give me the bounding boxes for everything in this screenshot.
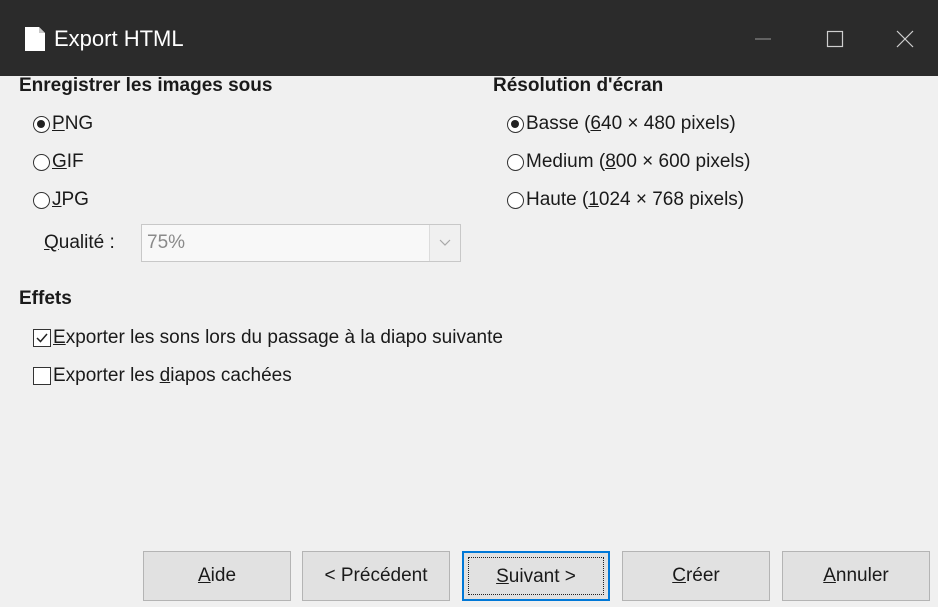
maximize-icon [826,30,844,48]
radio-resolution-high-label: Haute (1024 × 768 pixels) [526,189,745,210]
minimize-icon [755,38,771,40]
next-button[interactable]: Suivant > [462,551,610,601]
checkmark-icon [36,333,48,343]
radio-png[interactable]: PNG [33,110,93,138]
previous-button[interactable]: < Précédent [302,551,450,601]
checkbox-export-hidden-slides-label: Exporter les diapos cachées [53,365,292,386]
quality-label: Qualité : [44,232,115,253]
quality-dropdown-button[interactable] [429,225,460,261]
images-section-title: Enregistrer les images sous [19,75,273,96]
radio-gif[interactable]: GIF [33,148,84,176]
quality-select[interactable]: 75% [141,224,461,262]
quality-value: 75% [147,232,186,253]
radio-gif-label: GIF [52,151,84,172]
title-bar: Export HTML [0,0,938,76]
radio-png-label: PNG [52,113,94,134]
checkbox-export-sounds-box[interactable] [33,329,51,347]
close-icon [896,30,914,48]
minimize-button[interactable] [728,0,798,76]
radio-jpg-indicator[interactable] [33,191,50,209]
window-title: Export HTML [54,26,184,51]
resolution-section-title: Résolution d'écran [493,75,664,96]
create-button[interactable]: Créer [622,551,770,601]
checkbox-export-hidden-slides[interactable]: Exporter les diapos cachées [33,362,292,390]
checkbox-export-sounds-label: Exporter les sons lors du passage à la d… [53,327,503,348]
radio-jpg[interactable]: JPG [33,186,89,214]
maximize-button[interactable] [800,0,870,76]
radio-resolution-high-indicator[interactable] [507,191,524,209]
radio-resolution-medium[interactable]: Medium (800 × 600 pixels) [507,148,750,176]
radio-png-indicator[interactable] [33,115,50,133]
radio-resolution-low-label: Basse (640 × 480 pixels) [526,113,736,134]
checkbox-export-sounds[interactable]: Exporter les sons lors du passage à la d… [33,324,503,352]
radio-jpg-label: JPG [52,189,89,210]
close-button[interactable] [870,0,938,76]
document-icon [25,27,45,51]
help-button[interactable]: Aide [143,551,291,601]
radio-gif-indicator[interactable] [33,153,50,171]
radio-resolution-high[interactable]: Haute (1024 × 768 pixels) [507,186,744,214]
effects-section-title: Effets [19,288,72,309]
radio-resolution-medium-indicator[interactable] [507,153,524,171]
cancel-button[interactable]: Annuler [782,551,930,601]
chevron-down-icon [439,239,451,246]
checkbox-export-hidden-slides-box[interactable] [33,367,51,385]
radio-resolution-low-indicator[interactable] [507,115,524,133]
radio-resolution-low[interactable]: Basse (640 × 480 pixels) [507,110,736,138]
radio-resolution-medium-label: Medium (800 × 600 pixels) [526,151,751,172]
